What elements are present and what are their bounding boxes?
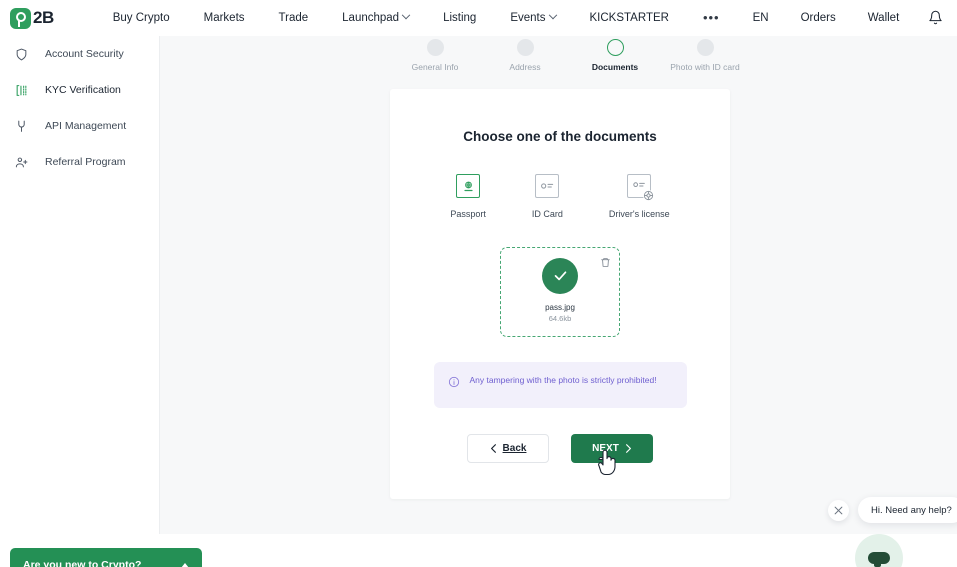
upload-area: pass.jpg 64.6kb [390,247,730,337]
nav-label: Trade [278,12,309,24]
check-icon [542,257,578,294]
account-sidebar: Account Security KYC Verification API Ma… [0,36,160,534]
info-icon [448,375,460,393]
nav-label: Launchpad [342,12,400,24]
step-label: Address [509,62,541,72]
nav-item-markets[interactable]: Markets [187,12,262,24]
chevron-right-icon [625,444,631,453]
uploaded-file-name: pass.jpg [545,302,575,312]
language-label: EN [752,12,769,24]
step-photo-with-id-card[interactable]: Photo with ID card [660,39,750,72]
promo-banner[interactable]: Are you new to Crypto? [10,548,202,567]
nav-item-buy-crypto[interactable]: Buy Crypto [96,12,187,24]
uploaded-file-tile[interactable]: pass.jpg 64.6kb [500,247,620,337]
chevron-left-icon [490,444,496,453]
orders-link[interactable]: Orders [785,12,852,24]
nav-label: Buy Crypto [112,12,170,24]
step-dot-icon [606,39,624,56]
main-nav: Buy Crypto Markets Trade Launchpad Listi… [96,10,737,25]
nav-item-listing[interactable]: Listing [426,12,493,24]
sidebar-item-account-security[interactable]: Account Security [0,36,159,72]
doc-type-label: Passport [450,209,486,219]
tampering-warning: Any tampering with the photo is strictly… [433,362,687,408]
documents-card: Choose one of the documents Passport ID … [390,89,730,499]
card-actions: Back NEXT [390,434,730,463]
step-dot-icon [516,39,534,56]
chevron-up-icon [181,562,189,567]
sidebar-item-label: Account Security [45,48,124,60]
chat-greeting-bubble[interactable]: Hi. Need any help? [858,497,957,523]
top-header: 2B Buy Crypto Markets Trade Launchpad Li… [0,0,957,36]
sidebar-item-label: Referral Program [45,156,126,168]
nav-label: Listing [443,12,477,24]
nav-item-launchpad[interactable]: Launchpad [325,10,426,24]
id-card-icon [535,174,560,198]
step-documents[interactable]: Documents [570,39,660,72]
kyc-stepper: General Info Address Documents Photo wit… [390,36,750,72]
doc-type-label: Driver's license [608,209,670,219]
back-button[interactable]: Back [467,434,549,463]
chat-icon [868,552,890,567]
header-right-group: EN Orders Wallet HA [737,7,957,30]
logo-mark-icon [10,7,31,29]
uploaded-file-size: 64.6kb [548,313,572,323]
passport-icon [456,174,481,198]
doc-type-id-card[interactable]: ID Card [532,174,563,219]
chat-greeting-text: Hi. Need any help? [871,504,952,516]
step-dot-icon [426,39,444,56]
doc-type-drivers-license[interactable]: Driver's license [609,174,670,219]
logo-text: 2B [33,8,54,27]
nav-item-events[interactable]: Events [493,10,572,24]
orders-label: Orders [800,12,836,24]
nav-label: Markets [203,12,245,24]
step-label: Documents [591,62,639,72]
trash-icon[interactable] [600,255,611,273]
sidebar-item-label: API Management [45,120,127,132]
chevron-down-icon [401,10,411,20]
sidebar-item-api-management[interactable]: API Management [0,108,159,144]
step-label: General Info [411,62,459,72]
next-button[interactable]: NEXT [571,434,653,463]
doc-type-passport[interactable]: Passport [450,174,486,219]
next-label: NEXT [592,443,619,454]
ellipsis-icon: ••• [702,10,720,25]
drivers-license-icon [627,174,655,201]
main-content: General Info Address Documents Photo wit… [160,36,957,534]
card-title: Choose one of the documents [463,129,657,144]
user-plus-icon [14,156,29,169]
site-logo[interactable]: 2B [10,7,54,29]
sidebar-item-kyc-verification[interactable]: KYC Verification [0,72,159,108]
close-icon [834,506,843,515]
document-type-selector: Passport ID Card Driver's license [390,174,730,219]
nav-more-button[interactable]: ••• [686,10,737,25]
nav-item-trade[interactable]: Trade [262,12,326,24]
language-selector[interactable]: EN [737,12,785,24]
page-root: 2B Buy Crypto Markets Trade Launchpad Li… [0,0,957,567]
nav-label: KICKSTARTER [589,12,669,24]
notification-bell-icon[interactable] [925,7,947,29]
back-label: Back [502,443,527,454]
warning-text: Any tampering with the photo is strictly… [469,375,657,385]
wallet-link[interactable]: Wallet [852,12,916,24]
wallet-label: Wallet [867,12,900,24]
chevron-down-icon [548,10,557,20]
nav-item-kickstarter[interactable]: KICKSTARTER [573,12,686,24]
promo-label: Are you new to Crypto? [23,559,142,567]
step-label: Photo with ID card [670,62,740,72]
nav-label: Events [510,12,546,24]
step-dot-icon [696,39,714,56]
kyc-icon [14,84,29,97]
plug-icon [14,120,29,133]
sidebar-item-referral-program[interactable]: Referral Program [0,144,159,180]
shield-icon [14,48,29,61]
step-general-info[interactable]: General Info [390,39,480,72]
step-address[interactable]: Address [480,39,570,72]
doc-type-label: ID Card [531,209,563,219]
chat-close-button[interactable] [828,500,849,521]
sidebar-item-label: KYC Verification [45,84,121,96]
